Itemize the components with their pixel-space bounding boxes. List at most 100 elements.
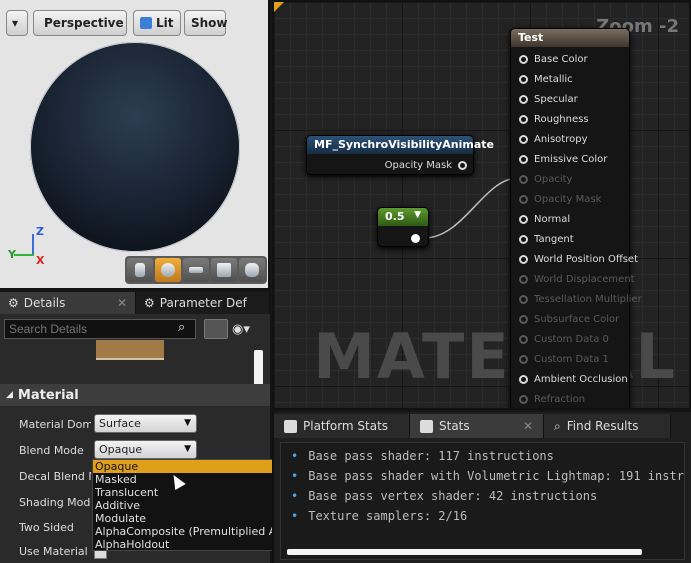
pin-dot bbox=[458, 160, 467, 170]
blend-mode-combo[interactable]: Opaque ▼ bbox=[94, 440, 197, 459]
pin-label: Custom Data 0 bbox=[534, 333, 609, 345]
close-icon[interactable]: ✕ bbox=[117, 296, 127, 310]
axis-x-label: X bbox=[36, 254, 45, 267]
pin-ambient-occlusion[interactable]: Ambient Occlusion bbox=[519, 369, 628, 389]
show-label: Show bbox=[191, 16, 228, 30]
stats-line-text: Base pass shader: 117 instructions bbox=[308, 449, 554, 463]
category-label: Material bbox=[17, 387, 79, 403]
dropdown-option-alphacomposite[interactable]: AlphaComposite (Premultiplied Alpha) bbox=[93, 525, 304, 538]
close-icon[interactable]: ✕ bbox=[523, 419, 533, 433]
pin-label: Specular bbox=[534, 93, 578, 105]
pin-specular[interactable]: Specular bbox=[519, 89, 578, 109]
tab-platform-stats[interactable]: Platform Stats bbox=[274, 414, 410, 438]
pin-dot bbox=[519, 354, 528, 364]
viewport-options-button[interactable]: ▾ bbox=[6, 10, 28, 36]
pin-label: Tangent bbox=[534, 233, 574, 245]
constant-value: 0.5 bbox=[385, 210, 405, 223]
pin-label: Base Color bbox=[534, 53, 588, 65]
eye-icon[interactable]: ◉▾ bbox=[232, 322, 250, 337]
pin-dot bbox=[519, 114, 528, 124]
grid-view-icon[interactable] bbox=[204, 319, 228, 339]
blend-mode-value: Opaque bbox=[99, 443, 143, 456]
pin-dot bbox=[519, 134, 528, 144]
caret-down-icon: ▼ bbox=[184, 444, 191, 454]
pin-label: Emissive Color bbox=[534, 153, 608, 165]
pin-dot bbox=[519, 174, 528, 184]
pin-world-position-offset[interactable]: World Position Offset bbox=[519, 249, 638, 269]
pin-roughness[interactable]: Roughness bbox=[519, 109, 589, 129]
stats-line: • Texture samplers: 2/16 bbox=[291, 509, 467, 523]
show-button[interactable]: Show bbox=[184, 10, 228, 36]
stats-line: • Base pass vertex shader: 42 instruction… bbox=[291, 489, 597, 503]
perspective-button[interactable]: Perspective bbox=[33, 10, 127, 36]
stats-line-text: Texture samplers: 2/16 bbox=[308, 509, 468, 523]
triangle-down-icon: ◢ bbox=[6, 390, 13, 400]
blend-mode-label: Blend Mode bbox=[19, 444, 84, 457]
perspective-label: Perspective bbox=[44, 16, 124, 30]
use-material-attributes-label: Use Material A bbox=[19, 545, 91, 558]
dropdown-option-translucent[interactable]: Translucent bbox=[93, 486, 285, 499]
search-icon[interactable]: ⌕ bbox=[178, 320, 185, 335]
tab-details[interactable]: ⚙ Details ✕ bbox=[0, 292, 136, 314]
pin-tangent[interactable]: Tangent bbox=[519, 229, 574, 249]
two-sided-label: Two Sided bbox=[19, 521, 74, 534]
material-domain-label: Material Doma bbox=[19, 418, 91, 431]
material-domain-combo[interactable]: Surface ▼ bbox=[94, 414, 197, 433]
stats-icon bbox=[284, 419, 297, 433]
cube-icon[interactable] bbox=[211, 258, 237, 282]
gear-icon: ⚙ bbox=[8, 296, 19, 310]
constant-node[interactable]: 0.5 ▼ bbox=[377, 207, 429, 247]
tab-stats[interactable]: Stats ✕ bbox=[410, 414, 544, 438]
pin-dot bbox=[519, 194, 528, 204]
sphere-icon[interactable] bbox=[155, 258, 181, 282]
pin-emissive-color[interactable]: Emissive Color bbox=[519, 149, 607, 169]
pin-normal[interactable]: Normal bbox=[519, 209, 570, 229]
pin-label: World Displacement bbox=[534, 273, 635, 285]
bullet-icon: • bbox=[291, 449, 299, 463]
dropdown-option-masked[interactable]: Masked bbox=[93, 473, 285, 486]
dropdown-option-additive[interactable]: Additive bbox=[93, 499, 285, 512]
material-result-node[interactable]: Test Base Color Metallic Specular Roughn… bbox=[510, 28, 642, 408]
stats-line-text: Base pass vertex shader: 42 instructions bbox=[308, 489, 598, 503]
tab-find-results[interactable]: ⌕ Find Results bbox=[544, 414, 671, 438]
pin-metallic[interactable]: Metallic bbox=[519, 69, 573, 89]
pin-anisotropy[interactable]: Anisotropy bbox=[519, 129, 587, 149]
horizontal-scrollbar[interactable] bbox=[287, 549, 642, 555]
bullet-icon: • bbox=[291, 489, 299, 503]
category-material[interactable]: ◢ Material bbox=[0, 384, 270, 406]
pin-refraction: Refraction bbox=[519, 389, 585, 408]
pin-dot bbox=[519, 94, 528, 104]
cylinder-icon[interactable] bbox=[127, 258, 153, 282]
function-node-title: MF_SynchroVisibilityAnimate bbox=[307, 136, 494, 154]
search-details-input[interactable] bbox=[4, 319, 196, 339]
pin-dot bbox=[519, 334, 528, 344]
lit-button[interactable]: Lit bbox=[133, 10, 181, 36]
mesh-icon[interactable] bbox=[239, 258, 265, 282]
tab-parameter-defaults[interactable]: ⚙ Parameter Def bbox=[136, 292, 270, 314]
bullet-icon: • bbox=[291, 509, 299, 523]
pin-dot bbox=[519, 154, 528, 164]
material-graph[interactable]: Zoom -2 MATERIAL MF_SynchroVisibilityAni… bbox=[272, 0, 691, 410]
dropdown-option-modulate[interactable]: Modulate bbox=[93, 512, 285, 525]
dropdown-option-alphaholdout[interactable]: AlphaHoldout bbox=[93, 538, 285, 551]
material-preview-viewport[interactable]: ▾ Perspective Lit Show Z Y X bbox=[0, 0, 270, 290]
tab-find-results-label: Find Results bbox=[566, 419, 639, 433]
lit-label: Lit bbox=[156, 16, 174, 30]
axis-gizmo: Z Y X bbox=[8, 225, 50, 270]
output-pin-dot[interactable] bbox=[411, 234, 420, 243]
plane-icon[interactable] bbox=[183, 258, 209, 282]
pin-opacity-mask: Opacity Mask bbox=[519, 189, 601, 209]
opacity-mask-output-pin[interactable]: Opacity Mask bbox=[385, 155, 467, 175]
pin-dot bbox=[519, 294, 528, 304]
pin-world-displacement: World Displacement bbox=[519, 269, 635, 289]
pin-dot bbox=[519, 314, 528, 324]
function-node[interactable]: MF_SynchroVisibilityAnimate Opacity Mask bbox=[306, 135, 494, 175]
pin-base-color[interactable]: Base Color bbox=[519, 49, 588, 69]
pin-dot bbox=[519, 374, 528, 384]
dropdown-option-opaque[interactable]: Opaque bbox=[93, 460, 285, 473]
pin-label: World Position Offset bbox=[534, 253, 638, 265]
preview-sphere bbox=[30, 42, 240, 252]
pin-label: Roughness bbox=[534, 113, 589, 125]
thumbnail-swatch bbox=[96, 340, 164, 360]
search-icon: ⌕ bbox=[554, 418, 561, 433]
